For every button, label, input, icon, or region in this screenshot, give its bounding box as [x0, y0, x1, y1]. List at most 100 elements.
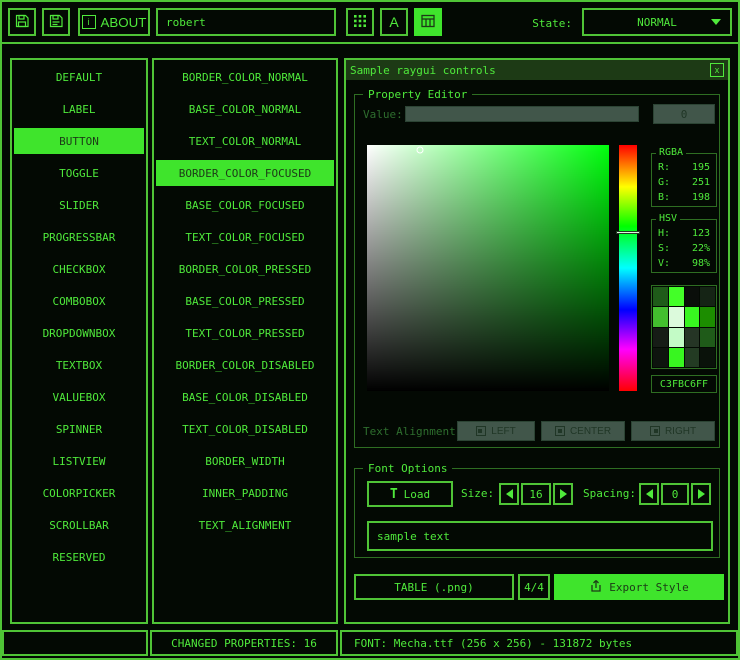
- palette-cell[interactable]: [653, 287, 668, 306]
- size-value[interactable]: 16: [521, 483, 551, 505]
- export-arrow-icon: [589, 579, 603, 596]
- control-item[interactable]: RESERVED: [14, 544, 144, 570]
- hue-value: 123: [692, 228, 710, 239]
- save-style-as-button[interactable]: [42, 8, 70, 36]
- palette-cell[interactable]: [685, 328, 700, 347]
- palette-cell[interactable]: [685, 348, 700, 367]
- control-item[interactable]: LABEL: [14, 96, 144, 122]
- red-label: R:: [658, 162, 670, 173]
- spacing-increase-button[interactable]: [691, 483, 711, 505]
- export-pages-value[interactable]: 4/4: [518, 574, 550, 600]
- palette-cell[interactable]: [653, 328, 668, 347]
- size-decrease-button[interactable]: [499, 483, 519, 505]
- sample-window-titlebar[interactable]: Sample raygui controls x: [346, 60, 728, 80]
- palette-cell[interactable]: [669, 287, 684, 306]
- value-slider[interactable]: [405, 106, 639, 122]
- property-item-selected[interactable]: BORDER_COLOR_FOCUSED: [156, 160, 334, 186]
- palette-cell[interactable]: [653, 307, 668, 326]
- save-style-button[interactable]: [8, 8, 36, 36]
- sample-text-input[interactable]: [367, 521, 713, 551]
- control-item[interactable]: DEFAULT: [14, 64, 144, 90]
- property-item[interactable]: TEXT_COLOR_NORMAL: [156, 128, 334, 154]
- properties-list: BORDER_COLOR_NORMAL BASE_COLOR_NORMAL TE…: [152, 58, 338, 624]
- align-center-label: CENTER: [570, 426, 611, 437]
- property-item[interactable]: TEXT_COLOR_FOCUSED: [156, 224, 334, 250]
- control-item[interactable]: CHECKBOX: [14, 256, 144, 282]
- palette-cell[interactable]: [685, 307, 700, 326]
- hex-color-box[interactable]: C3FBC6FF: [651, 375, 717, 393]
- state-dropdown-value: NORMAL: [637, 16, 677, 29]
- font-load-button[interactable]: T Load: [367, 481, 453, 507]
- property-item[interactable]: BORDER_COLOR_DISABLED: [156, 352, 334, 378]
- palette-cell[interactable]: [700, 307, 715, 326]
- font-load-label: Load: [404, 488, 431, 501]
- palette-cell[interactable]: [669, 328, 684, 347]
- font-options-group: Font Options T Load Size: 16 Spacing: 0: [354, 468, 720, 558]
- value-button[interactable]: 0: [653, 104, 715, 124]
- palette-cell[interactable]: [700, 328, 715, 347]
- control-item[interactable]: SLIDER: [14, 192, 144, 218]
- hue-cursor-icon[interactable]: [616, 231, 640, 234]
- align-center-button[interactable]: CENTER: [541, 421, 625, 441]
- close-icon[interactable]: x: [710, 63, 724, 77]
- hsv-group: HSV H: 123 S: 22% V: 98%: [651, 219, 717, 273]
- control-item[interactable]: TOGGLE: [14, 160, 144, 186]
- palette-cell[interactable]: [700, 348, 715, 367]
- control-item[interactable]: TEXTBOX: [14, 352, 144, 378]
- show-style-table-button[interactable]: [414, 8, 442, 36]
- blue-label: B:: [658, 192, 670, 203]
- align-left-button[interactable]: LEFT: [457, 421, 535, 441]
- hue-row: H: 123: [658, 226, 710, 241]
- value-row: V: 98%: [658, 256, 710, 271]
- property-item[interactable]: INNER_PADDING: [156, 480, 334, 506]
- property-item[interactable]: TEXT_COLOR_PRESSED: [156, 320, 334, 346]
- saturation-row: S: 22%: [658, 241, 710, 256]
- align-right-button[interactable]: RIGHT: [631, 421, 715, 441]
- control-item[interactable]: COMBOBOX: [14, 288, 144, 314]
- spacing-decrease-button[interactable]: [639, 483, 659, 505]
- property-item[interactable]: BASE_COLOR_FOCUSED: [156, 192, 334, 218]
- property-item[interactable]: BASE_COLOR_DISABLED: [156, 384, 334, 410]
- rgba-title: RGBA: [656, 147, 686, 158]
- green-value: 251: [692, 177, 710, 188]
- control-item[interactable]: LISTVIEW: [14, 448, 144, 474]
- export-style-button[interactable]: Export Style: [554, 574, 724, 600]
- property-item[interactable]: BASE_COLOR_NORMAL: [156, 96, 334, 122]
- about-button[interactable]: i ABOUT: [78, 8, 150, 36]
- property-item[interactable]: TEXT_ALIGNMENT: [156, 512, 334, 538]
- size-increase-button[interactable]: [553, 483, 573, 505]
- floppy-save-icon: [14, 13, 30, 32]
- triangle-right-icon: [560, 489, 567, 499]
- palette-cell[interactable]: [700, 287, 715, 306]
- property-item[interactable]: BORDER_COLOR_PRESSED: [156, 256, 334, 282]
- hue-bar[interactable]: [619, 145, 637, 391]
- control-item[interactable]: SPINNER: [14, 416, 144, 442]
- control-item[interactable]: DROPDOWNBOX: [14, 320, 144, 346]
- palette-cell[interactable]: [653, 348, 668, 367]
- export-format-dropdown[interactable]: TABLE (.png): [354, 574, 514, 600]
- palette-cell[interactable]: [685, 287, 700, 306]
- export-pages-label: 4/4: [524, 581, 544, 594]
- color-panel-picker[interactable]: [367, 145, 609, 391]
- control-item[interactable]: PROGRESSBAR: [14, 224, 144, 250]
- style-name-input[interactable]: [156, 8, 336, 36]
- palette-cell[interactable]: [669, 348, 684, 367]
- state-dropdown[interactable]: NORMAL: [582, 8, 732, 36]
- property-item[interactable]: BORDER_WIDTH: [156, 448, 334, 474]
- palette-cell[interactable]: [669, 307, 684, 326]
- control-item[interactable]: VALUEBOX: [14, 384, 144, 410]
- property-item[interactable]: BASE_COLOR_PRESSED: [156, 288, 334, 314]
- font-button[interactable]: A: [380, 8, 408, 36]
- control-item[interactable]: COLORPICKER: [14, 480, 144, 506]
- control-item-selected[interactable]: BUTTON: [14, 128, 144, 154]
- property-item[interactable]: BORDER_COLOR_NORMAL: [156, 64, 334, 90]
- style-table-button[interactable]: [346, 8, 374, 36]
- color-picker-cursor-icon[interactable]: [417, 146, 424, 153]
- chevron-down-icon: [711, 19, 721, 25]
- property-item[interactable]: TEXT_COLOR_DISABLED: [156, 416, 334, 442]
- controls-list: DEFAULT LABEL BUTTON TOGGLE SLIDER PROGR…: [10, 58, 148, 624]
- spacing-value[interactable]: 0: [661, 483, 689, 505]
- control-item[interactable]: SCROLLBAR: [14, 512, 144, 538]
- grid-dots-icon: [353, 14, 367, 31]
- export-format-value: TABLE (.png): [394, 581, 473, 594]
